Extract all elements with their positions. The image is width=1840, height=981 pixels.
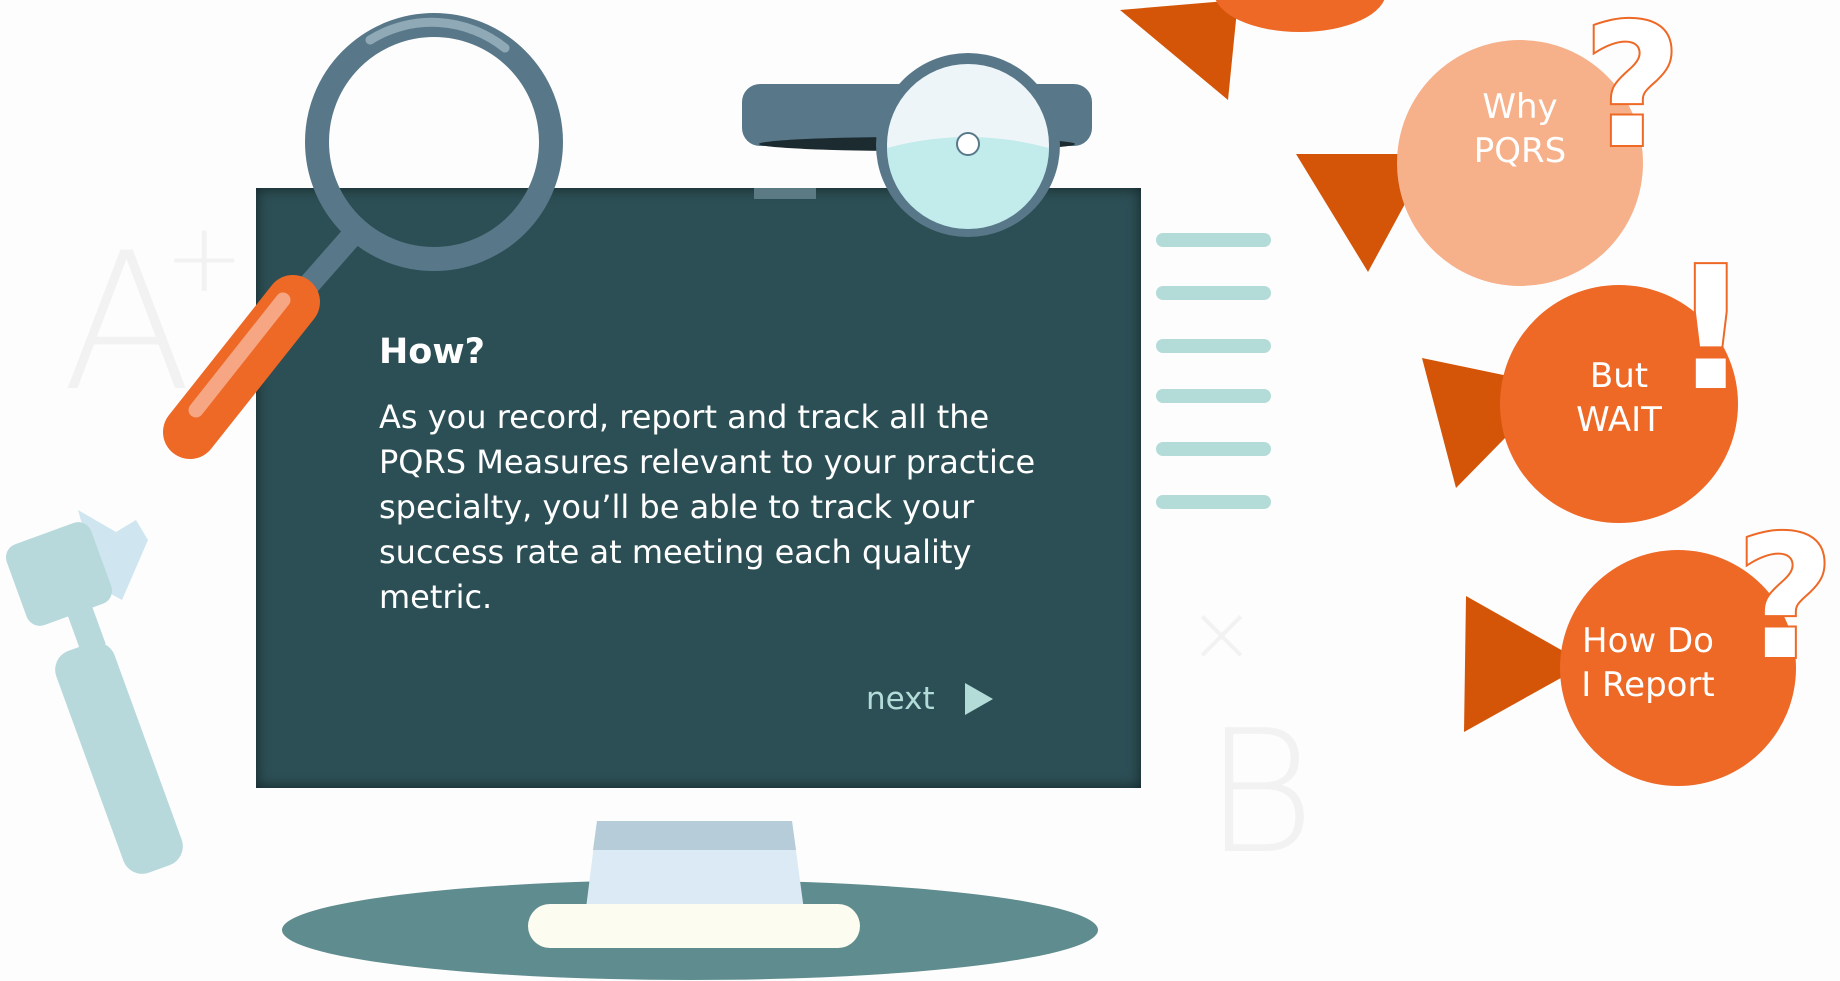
- how-do-i-report-bubble[interactable]: How Do I Report ?: [1560, 512, 1837, 786]
- next-button[interactable]: next: [866, 676, 993, 722]
- partial-bubble: [1215, 0, 1385, 32]
- play-arrow-icon: [964, 683, 993, 715]
- slide-body-text: As you record, report and track all the …: [379, 398, 1036, 616]
- how-do-i-report-label-line1: How Do: [1582, 621, 1714, 661]
- head-mirror-icon: [742, 53, 1092, 237]
- slide-stage: A + B × How? As you record, report and t…: [0, 0, 1840, 981]
- magnifying-glass-icon: [163, 13, 563, 459]
- exclamation-mark-icon: !: [1670, 231, 1752, 429]
- slide-heading: How?: [379, 332, 485, 372]
- how-do-i-report-label-line2: I Report: [1581, 665, 1715, 705]
- question-mark-icon: ?: [1581, 0, 1684, 186]
- but-wait-bubble[interactable]: But WAIT !: [1500, 243, 1752, 523]
- question-mark-icon: ?: [1734, 500, 1837, 698]
- next-label: next: [866, 681, 935, 717]
- why-pqrs-bubble[interactable]: Why PQRS ?: [1397, 0, 1684, 286]
